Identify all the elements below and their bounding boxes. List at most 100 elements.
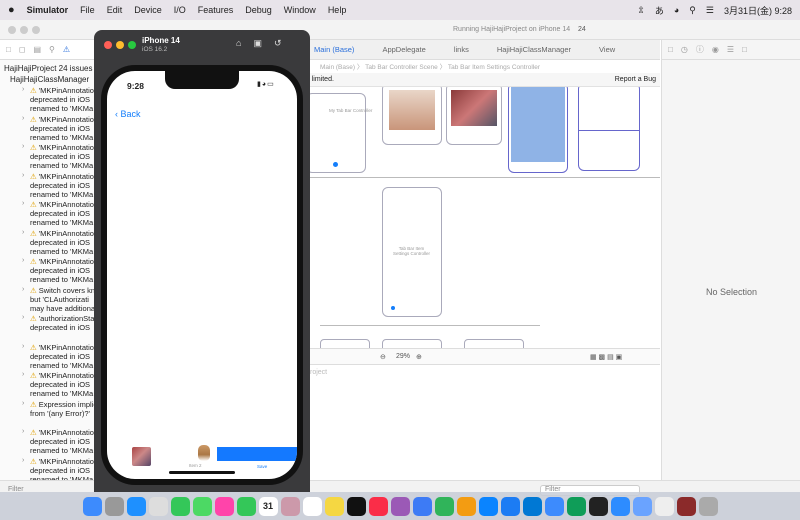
xcode-icon[interactable] xyxy=(500,496,520,516)
apple-tv-icon[interactable] xyxy=(346,496,366,516)
vscode-icon[interactable] xyxy=(522,496,542,516)
safari-compass-icon[interactable] xyxy=(126,496,146,516)
issue-item[interactable]: ⚠ 'MKPinAnnotationV deprecated in iOS renam… xyxy=(30,172,99,199)
app-menu-simulator[interactable]: Simulator xyxy=(27,5,69,15)
disclosure-chevron-icon[interactable]: › xyxy=(22,229,24,236)
settings-controller-scene[interactable]: Tab Bar Item Settings Controller xyxy=(382,187,442,317)
child-scene-1[interactable] xyxy=(320,339,370,348)
calendar-icon[interactable]: 31 xyxy=(258,496,278,516)
music-icon[interactable] xyxy=(368,496,388,516)
zoom-out-icon[interactable]: ⊖ xyxy=(380,353,386,361)
issue-item[interactable]: ⚠ 'MKPinAnnotationV deprecated in iOS renam… xyxy=(30,457,99,481)
warning-icon[interactable]: ⚠ xyxy=(63,45,70,54)
control-center-icon[interactable]: ☰ xyxy=(706,5,714,16)
child-scene-2[interactable] xyxy=(382,339,442,348)
screenshot-icon[interactable]: ▣ xyxy=(253,38,262,49)
issue-item[interactable]: ⚠ 'MKPinAnnotationV deprecated in iOS renam… xyxy=(30,257,99,284)
tab-bar-controller-scene[interactable]: My Tab Bar Controller xyxy=(306,93,372,173)
menu-window[interactable]: Window xyxy=(284,5,316,15)
tab-view[interactable]: View xyxy=(585,45,629,54)
disclosure-chevron-icon[interactable]: › xyxy=(22,428,24,435)
podcasts-icon[interactable] xyxy=(390,496,410,516)
back-button[interactable]: ‹ Back xyxy=(115,109,141,119)
rotate-icon[interactable]: ↺ xyxy=(274,38,282,49)
disclosure-chevron-icon[interactable]: › xyxy=(22,200,24,207)
contacts-icon[interactable] xyxy=(280,496,300,516)
trash-icon[interactable] xyxy=(698,496,718,516)
disclosure-chevron-icon[interactable]: › xyxy=(22,86,24,93)
sim-close-button[interactable] xyxy=(104,41,112,49)
issue-item[interactable]: ⚠ Switch covers knov but 'CLAuthorizati may… xyxy=(30,286,99,313)
project-issues-header[interactable]: HajiHajiProject 24 issues xyxy=(4,64,92,73)
keynote-icon[interactable] xyxy=(412,496,432,516)
find-icon[interactable]: ⚲ xyxy=(49,45,55,54)
japanese-app-icon[interactable] xyxy=(676,496,696,516)
menu-io[interactable]: I/O xyxy=(174,5,186,15)
issue-group-hajihaji[interactable]: HajiHajiClassManager xyxy=(10,75,89,84)
issue-item[interactable]: ⚠ 'MKPinAnnotation deprecated in iOS rename… xyxy=(30,200,99,227)
disclosure-chevron-icon[interactable]: › xyxy=(22,343,24,350)
issue-item[interactable]: ⚠ 'MKPinAnnotationV deprecated in iOS renam… xyxy=(30,115,99,142)
tab-main-base[interactable]: Main (Base) xyxy=(300,45,368,54)
wifi-icon[interactable]: ◕ xyxy=(674,5,679,15)
close-button[interactable] xyxy=(8,25,16,34)
history-inspector-icon[interactable]: ◷ xyxy=(681,45,688,54)
disclosure-chevron-icon[interactable]: › xyxy=(22,314,24,321)
report-bug-link[interactable]: Report a Bug xyxy=(615,76,660,83)
messages-icon[interactable] xyxy=(170,496,190,516)
apple-menu-icon[interactable]: ● xyxy=(8,4,15,16)
disclosure-chevron-icon[interactable]: › xyxy=(22,257,24,264)
preview-icon[interactable] xyxy=(632,496,652,516)
app-store-icon[interactable] xyxy=(478,496,498,516)
menu-edit[interactable]: Edit xyxy=(107,5,123,15)
maps-icon[interactable] xyxy=(192,496,212,516)
menu-clock[interactable]: 3月31日(金) 9:28 xyxy=(724,4,792,17)
map-scene[interactable] xyxy=(508,87,568,173)
disclosure-chevron-icon[interactable]: › xyxy=(22,143,24,150)
menu-device[interactable]: Device xyxy=(134,5,162,15)
numbers-icon[interactable] xyxy=(434,496,454,516)
launchpad-icon[interactable] xyxy=(104,496,124,516)
breadcrumb[interactable]: Main (Base) 〉 Tab Bar Controller Scene 〉… xyxy=(300,61,660,73)
zoom-button[interactable] xyxy=(32,25,40,34)
menu-features[interactable]: Features xyxy=(198,5,234,15)
help-inspector-icon[interactable]: ⓘ xyxy=(696,44,704,55)
issue-item[interactable]: ⚠'authorizationStatu deprecated in iOS xyxy=(30,314,99,332)
attributes-inspector-icon[interactable]: ☰ xyxy=(727,45,734,54)
menu-debug[interactable]: Debug xyxy=(245,5,272,15)
issue-item[interactable]: ⚠ 'MKPinAnnotationV deprecated in iOS renam… xyxy=(30,371,99,398)
child-scene-3[interactable] xyxy=(464,339,524,348)
bluetooth-icon[interactable]: ⇫ xyxy=(637,5,645,16)
search-icon[interactable]: ⚲ xyxy=(689,5,696,16)
notes-icon[interactable] xyxy=(324,496,344,516)
issue-item[interactable]: ⚠ 'MKPinAnnotationV deprecated in iOS renam… xyxy=(30,428,99,455)
issue-item[interactable]: ⚠ 'MKPinAnnotation deprecated in iOS rename… xyxy=(30,229,99,256)
storyboard-canvas[interactable]: My Tab Bar Controller Tab Bar Item Setti… xyxy=(300,87,660,348)
disclosure-chevron-icon[interactable]: › xyxy=(22,400,24,407)
folder-icon[interactable]: □ xyxy=(6,45,11,54)
tab-links[interactable]: links xyxy=(440,45,483,54)
disclosure-chevron-icon[interactable]: › xyxy=(22,172,24,179)
menu-help[interactable]: Help xyxy=(328,5,347,15)
image-scene-1[interactable] xyxy=(382,87,442,145)
size-inspector-icon[interactable]: □ xyxy=(742,45,747,54)
symbol-icon[interactable]: ▤ xyxy=(33,45,41,54)
identity-inspector-icon[interactable]: ◉ xyxy=(712,45,719,54)
table-scene[interactable] xyxy=(578,87,640,171)
input-source-icon[interactable]: あ xyxy=(655,4,664,17)
disclosure-chevron-icon[interactable]: › xyxy=(22,286,24,293)
simulator-icon[interactable] xyxy=(544,496,564,516)
menu-file[interactable]: File xyxy=(80,5,95,15)
issue-item[interactable]: ⚠ 'MKPinAnnotationV deprecated in iOS renam… xyxy=(30,343,99,370)
sim-minimize-button[interactable] xyxy=(116,41,124,49)
minimize-button[interactable] xyxy=(20,25,28,34)
issue-item[interactable]: ⚠ 'MKPinAnnotationV deprecated in iOS renam… xyxy=(30,143,99,170)
disclosure-chevron-icon[interactable]: › xyxy=(22,457,24,464)
issue-count-badge[interactable]: 24 xyxy=(578,26,586,33)
chrome-icon[interactable] xyxy=(148,496,168,516)
save-button[interactable] xyxy=(217,447,297,461)
device-screen[interactable]: 9:28 ▮◕▭ ‹ Back Item 2 Save xyxy=(107,71,297,479)
sheets-icon[interactable] xyxy=(566,496,586,516)
sim-zoom-button[interactable] xyxy=(128,41,136,49)
issue-item[interactable]: ⚠ 'MKPinAnnotationV deprecated in iOS renam… xyxy=(30,86,99,113)
